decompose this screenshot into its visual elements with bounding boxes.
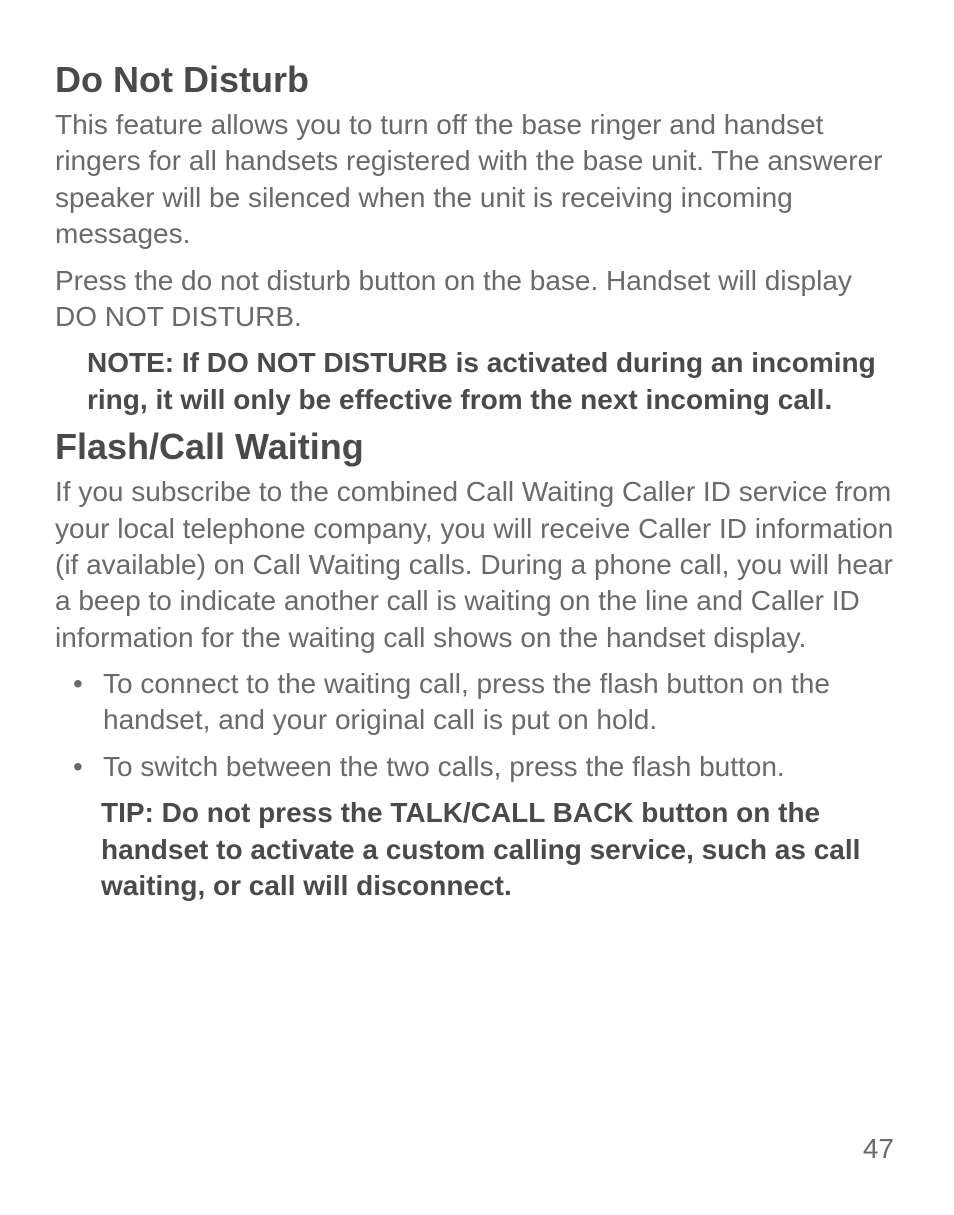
page-number: 47	[863, 1133, 894, 1165]
heading-flash-call-waiting: Flash/Call Waiting	[55, 426, 899, 468]
heading-do-not-disturb: Do Not Disturb	[55, 59, 899, 101]
paragraph-fcw-intro: If you subscribe to the combined Call Wa…	[55, 474, 899, 656]
note-dnd: NOTE: If DO NOT DISTURB is activated dur…	[87, 345, 889, 418]
list-item: To switch between the two calls, press t…	[55, 749, 899, 785]
list-item: To connect to the waiting call, press th…	[55, 666, 899, 739]
paragraph-dnd-intro: This feature allows you to turn off the …	[55, 107, 899, 253]
tip-fcw: TIP: Do not press the TALK/CALL BACK but…	[101, 795, 889, 904]
paragraph-dnd-instruction: Press the do not disturb button on the b…	[55, 263, 899, 336]
bullet-list-fcw: To connect to the waiting call, press th…	[55, 666, 899, 785]
